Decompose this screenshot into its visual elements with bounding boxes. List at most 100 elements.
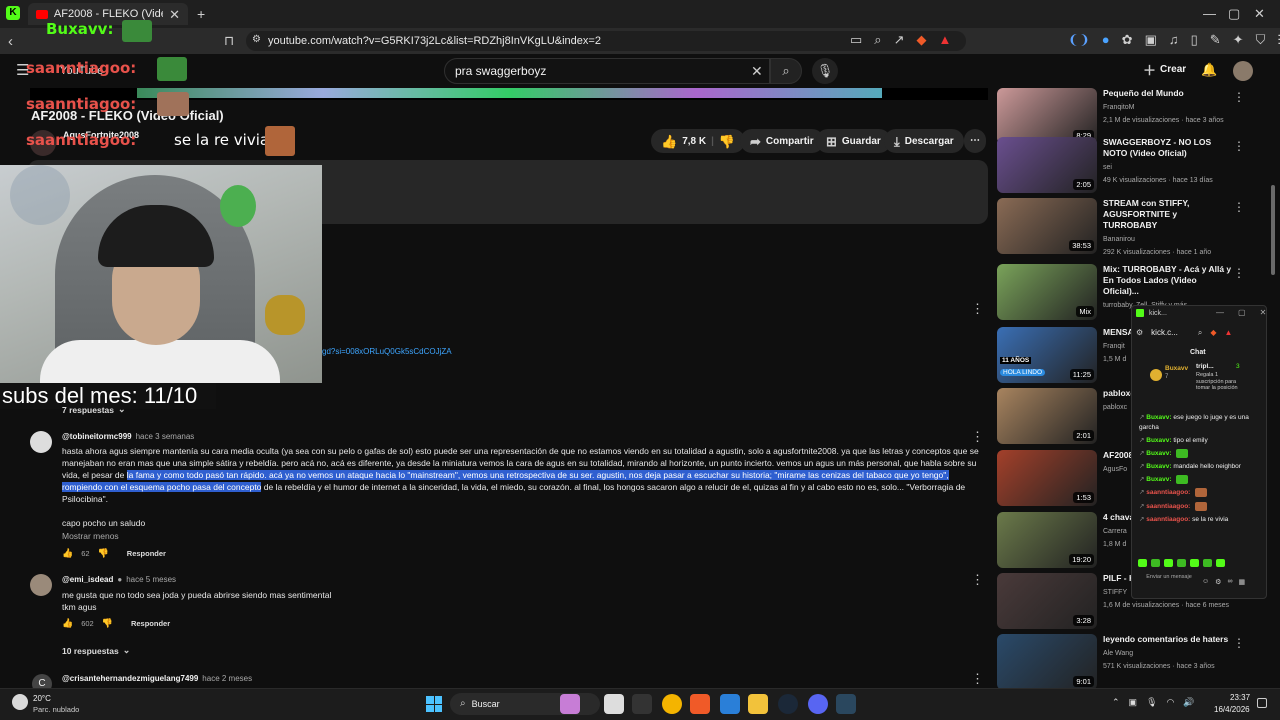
kick-maximize-icon[interactable]: ▢ [1238,308,1246,317]
clock-time[interactable]: 23:37 [1230,693,1250,702]
extensions-icon[interactable]: ✎ [1210,33,1221,46]
chrome-icon[interactable] [662,694,682,714]
tray-mic-icon[interactable]: 🎙 [1146,697,1157,708]
video-channel[interactable]: Ale Wang [1103,648,1233,659]
comment-avatar-2[interactable] [30,574,52,596]
kick-close-icon[interactable]: ✕ [1260,308,1267,317]
brave-shield-icon[interactable]: ◆ [916,33,926,46]
emote-1-icon[interactable] [1138,559,1147,567]
tray-app-icon[interactable]: ▣ [1129,697,1138,708]
new-tab-button[interactable]: + [197,7,205,21]
chat-input[interactable]: Enviar un mensaje [1142,574,1196,596]
share-button[interactable]: ➦ Compartir [740,129,824,153]
kick-minimize-icon[interactable]: — [1216,308,1224,317]
comment-dislike-icon-2[interactable]: 👎 [102,619,113,628]
account-avatar[interactable] [1233,61,1253,81]
comment-author-2[interactable]: @emi_isdead [62,575,113,584]
vpn-icon[interactable]: ⛉ [1256,33,1266,46]
sidebar-video[interactable]: 38:53 STREAM con STIFFY, AGUSFORTNITE y T… [997,198,1277,256]
sidebar-video[interactable]: 9:01 leyendo comentarios de haters Ale Wan… [997,634,1277,690]
taskbar-flowers-icon[interactable] [560,694,580,714]
chat-username[interactable]: saanntiaagoo: [1146,503,1190,510]
search-button[interactable]: ⌕ [770,58,802,84]
reply-button-2[interactable]: Responder [131,619,170,628]
video-title[interactable]: STREAM con STIFFY, AGUSFORTNITE y TURROB… [1103,198,1189,230]
infinity-icon[interactable]: ∞ [1227,578,1232,586]
kick-site-icon[interactable]: ⚙ [1136,328,1143,337]
tray-chevron-icon[interactable]: ⌃ [1112,697,1120,708]
weather-text[interactable]: Parc. nublado [33,705,79,714]
video-channel[interactable]: Bananirou [1103,234,1233,245]
chat-username[interactable]: saanntiaagoo: [1146,516,1190,523]
minimize-icon[interactable]: — [1203,7,1216,20]
task-view-icon[interactable] [604,694,624,714]
wifi-icon[interactable]: ◠ [1167,697,1175,708]
bookmark-icon[interactable]: ⊓ [224,34,234,47]
video-title[interactable]: SWAGGERBOYZ - NO LOS NOTO (Video Oficial… [1103,137,1211,158]
save-button[interactable]: ⊞ Guardar [816,129,891,153]
extension-1-icon[interactable]: ❨❩ [1068,33,1090,46]
video-thumbnail[interactable]: 2:05 [997,137,1097,193]
comment-avatar-1[interactable] [30,431,52,453]
clear-search-icon[interactable]: ✕ [751,64,763,78]
emote-2-icon[interactable] [1151,559,1160,567]
back-icon[interactable]: ‹ [8,34,13,49]
kick-url[interactable]: kick.c... [1151,328,1178,337]
video-channel[interactable]: sei [1103,162,1233,173]
replies-toggle-top[interactable]: 7 respuestas ⌄ [62,405,126,416]
brave-rewards-icon[interactable]: ▲ [938,33,951,46]
kick-app-icon[interactable]: K [6,6,20,20]
page-scrollbar[interactable] [1271,185,1275,275]
video-thumbnail[interactable]: 3:28 [997,573,1097,629]
sidebar-video[interactable]: 8:29 Pequeño del Mundo FranqitoM 2,1 M de v… [997,88,1277,144]
close-window-icon[interactable]: ✕ [1254,7,1265,20]
media-icon[interactable]: ♫ [1169,33,1179,46]
settings-icon[interactable]: ⚙ [1215,578,1221,586]
discord-icon[interactable] [808,694,828,714]
weather-temp[interactable]: 20°C [33,694,51,703]
video-menu-icon[interactable]: ⋮ [1233,636,1245,650]
replies-toggle-2[interactable]: 10 respuestas ⌄ [62,646,130,657]
video-thumbnail[interactable]: 38:53 [997,198,1097,254]
comment-like-icon-2[interactable]: 👍 [62,619,73,628]
chat-input-tools[interactable]: ☺ ⚙ ∞ ▦ [1202,578,1245,586]
close-tab-icon[interactable]: ✕ [169,8,180,21]
comment-author-1[interactable]: @tobineitormc999 [62,432,132,441]
leo-icon[interactable]: ✦ [1233,33,1244,46]
video-title[interactable]: Mix: TURROBABY - Acá y Allá y En Todos L… [1103,264,1231,296]
search-input[interactable]: pra swaggerboyz [444,58,770,84]
comment-more-icon[interactable]: ⋮ [971,302,984,315]
notifications-icon[interactable]: 🔔 [1201,63,1217,76]
gift-icon[interactable]: ▦ [1238,578,1245,586]
kick-shield-icon[interactable]: ◆ [1210,328,1216,337]
video-thumbnail[interactable]: 19:20 [997,512,1097,568]
comment-like-icon-1[interactable]: 👍 [62,549,73,558]
like-button[interactable]: 👍 7,8 K | 👎 [651,129,746,153]
clock-date[interactable]: 16/4/2026 [1214,705,1250,714]
emote-4-icon[interactable] [1177,559,1186,567]
video-title[interactable]: Pequeño del Mundo [1103,88,1184,98]
emote-7-icon[interactable] [1216,559,1225,567]
steam-icon[interactable] [778,694,798,714]
video-menu-icon[interactable]: ⋮ [1233,200,1245,214]
chat-username[interactable]: Buxavv: [1146,437,1171,444]
voice-search-icon[interactable]: 🎙 [812,58,838,84]
video-menu-icon[interactable]: ⋮ [1233,90,1245,104]
video-thumbnail[interactable]: 11 AÑOS HOLA LINDO 11:25 [997,327,1097,383]
video-channel[interactable]: FranqitoM [1103,102,1233,113]
video-menu-icon[interactable]: ⋮ [1233,266,1245,280]
video-menu-icon[interactable]: ⋮ [1233,139,1245,153]
extension-2-icon[interactable]: ● [1102,33,1110,46]
comment-time-1[interactable]: hace 3 semanas [136,432,195,441]
zoom-icon[interactable]: ⌕ [874,33,881,46]
video-title[interactable]: leyendo comentarios de haters [1103,634,1228,644]
gift-text[interactable]: Regala 1 suscripción para tomar la posic… [1196,372,1242,392]
create-button[interactable]: ＋ Crear [1143,64,1186,77]
video-title[interactable]: 4 chava [1103,512,1134,522]
cast-icon[interactable]: ▭ [850,33,862,46]
steam-2-icon[interactable] [836,694,856,714]
file-explorer-icon[interactable] [748,694,768,714]
kick-rewards-icon[interactable]: ▲ [1224,328,1232,337]
extension-4-icon[interactable]: ▣ [1145,33,1157,46]
chat-username[interactable]: Buxavv: [1146,476,1171,483]
